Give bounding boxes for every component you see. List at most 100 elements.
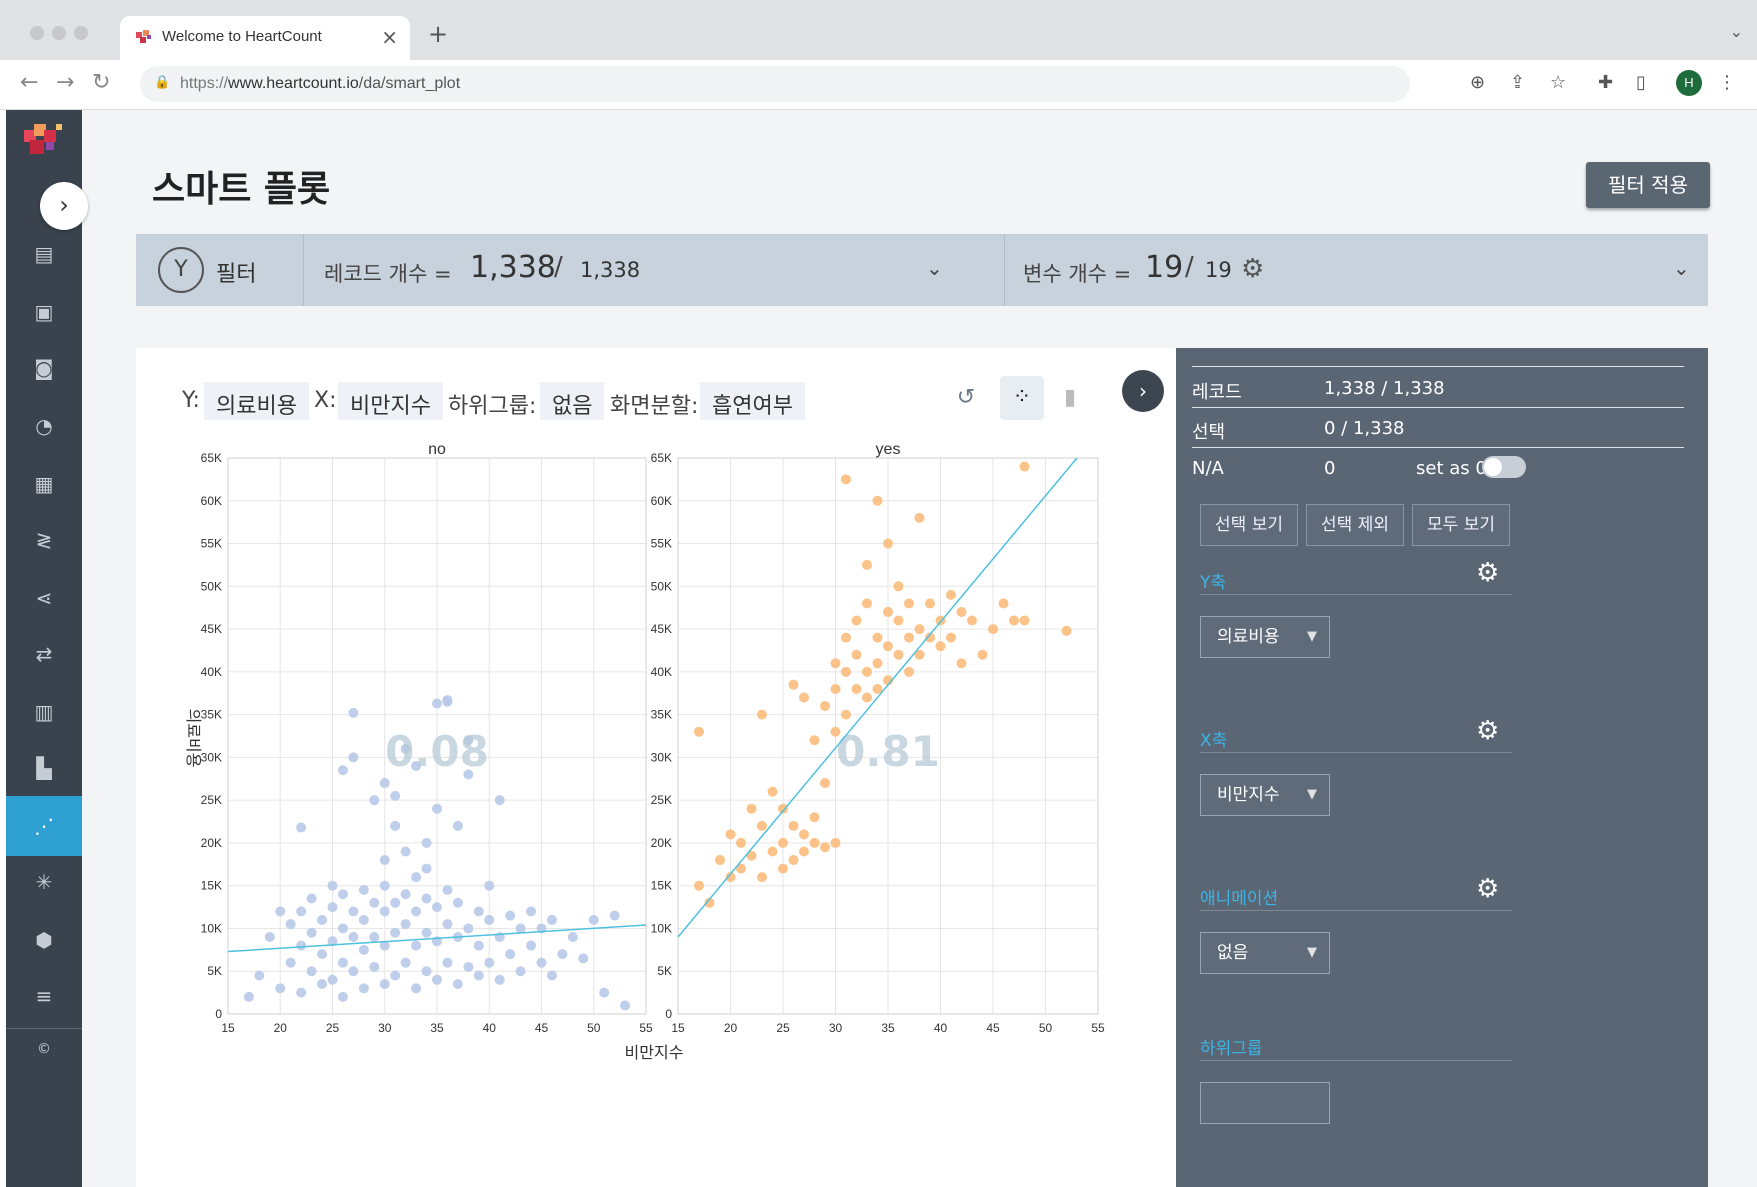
sidebar-item-cube-icon[interactable]: ⬢ (6, 910, 82, 970)
data-point (505, 910, 516, 921)
back-arrow-icon[interactable]: ← (20, 70, 38, 95)
animation-gear-icon[interactable]: ⚙ (1476, 874, 1499, 904)
sidebar-item-share-icon[interactable]: ⋖ (6, 568, 82, 628)
sidebar-item-notebook-icon[interactable]: ▤ (6, 224, 82, 284)
show-selection-button[interactable]: 선택 보기 (1200, 504, 1298, 546)
window-close-dot[interactable] (30, 26, 44, 40)
x-axis-gear-icon[interactable]: ⚙ (1476, 716, 1499, 746)
sidebar-item-smart-plot-icon[interactable]: ⋰ (6, 796, 82, 856)
subgroup-chip[interactable]: 없음 (540, 382, 605, 420)
data-point (1019, 615, 1030, 626)
y-axis-chip[interactable]: 의료비용 (204, 382, 309, 420)
window-minimize-dot[interactable] (52, 26, 66, 40)
y-tick-label: 20K (651, 836, 672, 850)
url-field[interactable]: 🔒 https://www.heartcount.io/da/smart_plo… (140, 66, 1410, 102)
data-point (515, 923, 526, 934)
variable-expand-chevron-icon[interactable]: ⌄ (1673, 256, 1690, 280)
sidebar-item-compare-icon[interactable]: ⇄ (6, 624, 82, 684)
sidebar-item-network-icon[interactable]: ✳ (6, 852, 82, 912)
data-point (1061, 625, 1072, 636)
data-point (275, 983, 286, 994)
tab-search-chevron-icon[interactable]: ⌄ (1730, 22, 1743, 41)
x-tick-label: 55 (1091, 1021, 1105, 1035)
x-axis-select[interactable]: 비만지수 ▼ (1200, 774, 1330, 816)
sidebar-expand-chevron-icon[interactable]: › (40, 182, 88, 230)
sidebar-item-add-folder-icon[interactable]: ▣ (6, 282, 82, 342)
data-point (285, 957, 296, 968)
sidebar-item-gauge-icon[interactable]: ◔ (6, 396, 82, 456)
stats-panel: 레코드 1,338 / 1,338 선택 0 / 1,338 N/A 0 set… (1176, 348, 1708, 1187)
window-maximize-dot[interactable] (74, 26, 88, 40)
forward-arrow-icon[interactable]: → (56, 70, 74, 95)
next-chart-chevron-icon[interactable]: › (1122, 370, 1164, 412)
x-axis-chip[interactable]: 비만지수 (338, 382, 443, 420)
scatter-mode-icon[interactable]: ⁘ (1000, 376, 1044, 420)
replay-chart-icon[interactable]: ↺ (944, 376, 988, 420)
y-tick-label: 55K (651, 537, 672, 551)
data-point (946, 632, 956, 643)
data-point (494, 795, 505, 806)
data-point (421, 893, 432, 904)
sidebar-item-flow-icon[interactable]: ≷ (6, 510, 82, 570)
y-axis-select[interactable]: 의료비용 ▼ (1200, 616, 1330, 658)
share-icon[interactable]: ⇪ (1510, 72, 1525, 93)
data-point (484, 914, 495, 925)
show-all-button[interactable]: 모두 보기 (1412, 504, 1510, 546)
animation-divider (1200, 910, 1512, 911)
reload-icon[interactable]: ↻ (92, 70, 110, 95)
data-point (872, 658, 883, 669)
animation-select[interactable]: 없음 ▼ (1200, 932, 1330, 974)
sidebar-item-grid-icon[interactable]: ▥ (6, 682, 82, 742)
y-axis-gear-icon[interactable]: ⚙ (1476, 558, 1499, 588)
subgroup-select[interactable] (1200, 1082, 1330, 1124)
scatter-chart[interactable]: 0 5K 10K 15K 20K 25K 30K 35K 40K 45K 50K 55K 60K 65K 1… (136, 438, 1176, 1178)
apply-filter-button[interactable]: 필터 적용 (1586, 162, 1710, 208)
zoom-icon[interactable]: ⊕ (1470, 72, 1485, 93)
profile-avatar[interactable]: H (1676, 70, 1702, 96)
variable-settings-gear-icon[interactable]: ⚙ (1241, 254, 1264, 284)
y-tick-label: 25K (651, 793, 672, 807)
sidebar-item-dashboard-icon[interactable]: ▦ (6, 454, 82, 514)
bookmark-star-icon[interactable]: ☆ (1550, 72, 1566, 93)
data-point (904, 598, 914, 609)
tab-close-icon[interactable]: × (381, 25, 398, 49)
data-point (254, 970, 265, 981)
data-point (243, 991, 254, 1002)
side-panel-icon[interactable]: ▯ (1636, 72, 1646, 93)
extensions-puzzle-icon[interactable]: ✚ (1598, 72, 1613, 93)
exclude-selection-button[interactable]: 선택 제외 (1306, 504, 1404, 546)
new-tab-button[interactable]: + (428, 20, 448, 48)
x-axis-key: X: (314, 388, 337, 413)
data-point (442, 919, 453, 930)
y-tick-label: 50K (201, 579, 222, 593)
page-title: 스마트 플롯 (152, 169, 331, 210)
density-mode-icon[interactable]: ▮ (1048, 376, 1092, 420)
data-point (358, 914, 369, 925)
split-chip[interactable]: 흡연여부 (700, 382, 805, 420)
sidebar-item-camera-folder-icon[interactable]: ◙ (6, 338, 82, 398)
data-point (956, 658, 967, 669)
data-point (757, 872, 767, 883)
filter-toggle[interactable]: Y 필터 (136, 234, 304, 306)
set-as-zero-toggle[interactable] (1482, 456, 1526, 478)
browser-menu-icon[interactable]: ⋮ (1718, 72, 1736, 93)
split-key: 화면분할: (610, 394, 699, 419)
data-point (851, 649, 862, 660)
record-expand-chevron-icon[interactable]: ⌄ (926, 256, 943, 280)
data-point (893, 649, 904, 660)
data-point (379, 979, 390, 990)
data-point (390, 790, 401, 801)
data-point (400, 919, 411, 930)
x-axis-caret-icon: ▼ (1307, 787, 1317, 802)
data-point (432, 698, 442, 709)
data-point (893, 581, 904, 592)
data-point (306, 893, 317, 904)
browser-tab[interactable]: Welcome to HeartCount × (120, 16, 410, 60)
data-point (411, 983, 422, 994)
sidebar-item-ranking-icon[interactable]: ≡ (6, 966, 82, 1026)
data-point (505, 949, 516, 960)
y-tick-label: 15K (201, 879, 222, 893)
sidebar-item-bar-chart-icon[interactable]: ▙ (6, 738, 82, 798)
data-point (883, 606, 893, 617)
subgroup-key: 하위그룹: (448, 394, 537, 419)
